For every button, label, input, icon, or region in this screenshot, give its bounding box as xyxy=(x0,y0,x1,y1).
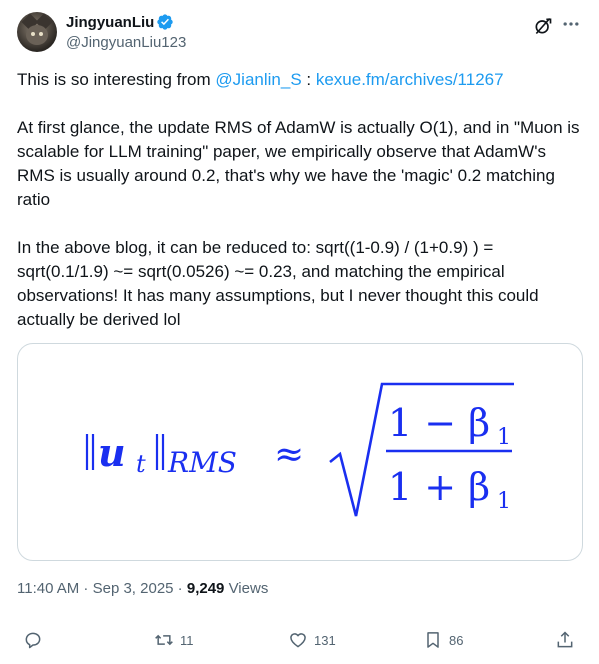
grok-icon[interactable] xyxy=(533,16,553,36)
tweet-body: This is so interesting from @Jianlin_S :… xyxy=(17,68,583,332)
tweet-paragraph-1: This is so interesting from @Jianlin_S :… xyxy=(17,70,504,89)
avatar[interactable] xyxy=(17,12,57,52)
views-label: Views xyxy=(224,580,269,597)
action-bar: 11 131 86 xyxy=(17,626,583,654)
views-count: 9,249 xyxy=(186,580,225,597)
formula-num-sub: 1 xyxy=(497,425,511,450)
formula-u: u xyxy=(98,430,126,475)
tweet-time[interactable]: 11:40 AM xyxy=(17,580,79,597)
tweet-meta: 11:40 AM · Sep 3, 2025 · 9,249 Views xyxy=(17,580,269,597)
bookmark-icon xyxy=(427,632,439,648)
formula-rms: RMS xyxy=(167,446,237,479)
formula-numerator: 1 − β xyxy=(388,401,490,445)
retweet-icon xyxy=(155,634,173,646)
verified-badge-icon xyxy=(157,14,173,30)
share-icon xyxy=(557,631,573,648)
formula-t: t xyxy=(136,450,146,478)
tweet-date[interactable]: Sep 3, 2025 xyxy=(93,580,174,597)
like-count: 131 xyxy=(314,632,336,648)
formula-image: u t RMS ≈ 1 − β 1 1 + β 1 xyxy=(85,382,514,517)
url-link[interactable]: kexue.fm/archives/11267 xyxy=(316,70,504,89)
retweet-count: 11 xyxy=(180,632,194,648)
retweet-button[interactable]: 11 xyxy=(154,626,194,654)
formula-denominator: 1 + β xyxy=(388,465,490,509)
tweet-header: JingyuanLiu @JingyuanLiu123 xyxy=(17,12,583,56)
author-display-name[interactable]: JingyuanLiu xyxy=(66,14,154,31)
heart-icon xyxy=(290,633,306,648)
like-button[interactable]: 131 xyxy=(288,626,336,654)
tweet-paragraph-2: At first glance, the update RMS of AdamW… xyxy=(17,118,580,209)
more-icon[interactable] xyxy=(561,14,581,34)
media-image[interactable]: u t RMS ≈ 1 − β 1 1 + β 1 xyxy=(17,343,583,561)
share-button[interactable] xyxy=(555,626,575,654)
formula-approx: ≈ xyxy=(274,434,304,475)
reply-button[interactable] xyxy=(23,626,49,654)
bookmark-count: 86 xyxy=(449,632,464,648)
tweet-paragraph-3: In the above blog, it can be reduced to:… xyxy=(17,238,539,329)
mention-link[interactable]: @Jianlin_S xyxy=(215,70,301,89)
bookmark-button[interactable]: 86 xyxy=(423,626,463,654)
author-handle[interactable]: @JingyuanLiu123 xyxy=(66,34,186,51)
formula-den-sub: 1 xyxy=(497,489,511,514)
reply-icon xyxy=(25,632,41,649)
